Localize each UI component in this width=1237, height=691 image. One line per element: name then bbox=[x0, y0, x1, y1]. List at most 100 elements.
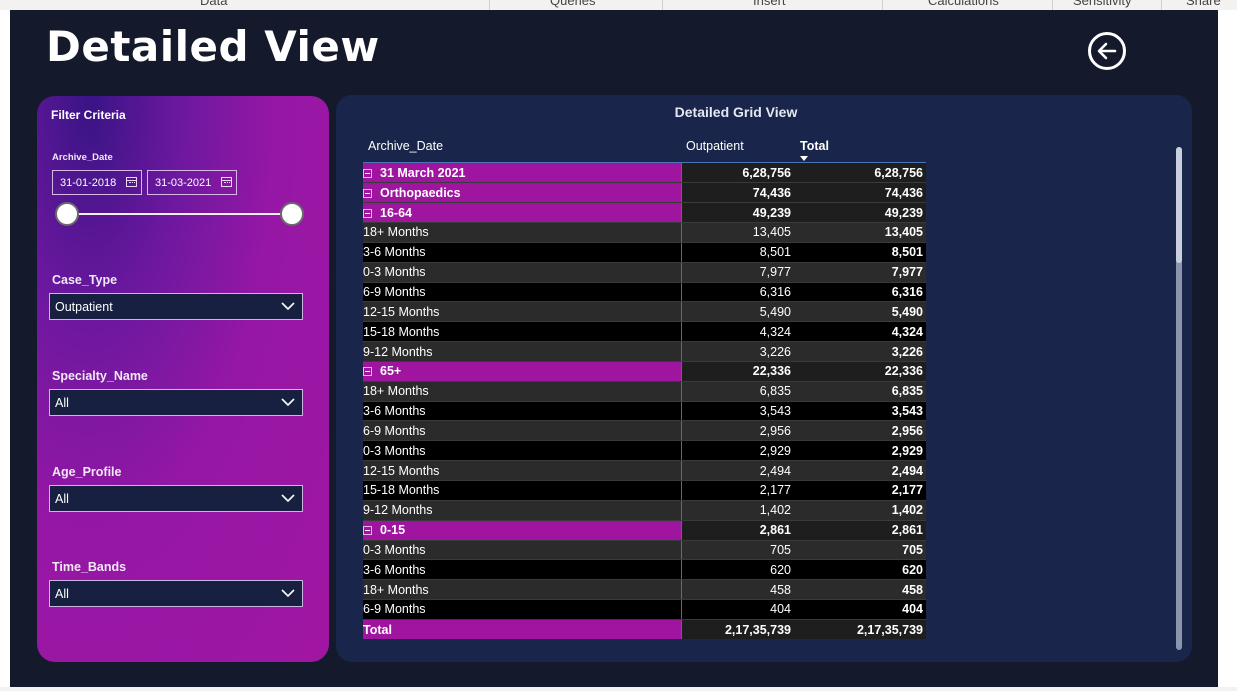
case-type-dropdown[interactable]: Outpatient bbox=[49, 293, 303, 320]
collapse-icon[interactable] bbox=[363, 208, 372, 218]
scrollbar-thumb[interactable] bbox=[1176, 147, 1182, 263]
collapse-icon[interactable] bbox=[363, 526, 372, 536]
group-row[interactable]: 65+ 22,336 22,336 bbox=[363, 361, 926, 382]
chevron-down-icon bbox=[281, 589, 295, 598]
table-row[interactable]: 3-6 Months 8,501 8,501 bbox=[363, 242, 926, 263]
end-date-input[interactable]: 31-03-2021 bbox=[147, 170, 237, 195]
table-row[interactable]: 3-6 Months 620 620 bbox=[363, 559, 926, 581]
sort-descending-icon bbox=[800, 156, 808, 161]
group-row[interactable]: Orthopaedics 74,436 74,436 bbox=[363, 182, 926, 204]
row-label: 0-15 bbox=[380, 523, 406, 538]
row-label: 6-9 Months bbox=[363, 284, 426, 299]
time-bands-dropdown[interactable]: All bbox=[49, 580, 303, 607]
total-cell: 2,861 bbox=[795, 520, 926, 541]
ribbon-tab-sensitivity[interactable]: Sensitivity bbox=[1073, 0, 1132, 8]
outpatient-cell: 74,436 bbox=[680, 182, 795, 204]
row-label: 12-15 Months bbox=[363, 463, 440, 478]
row-label: 0-3 Months bbox=[363, 443, 426, 458]
row-label: 65+ bbox=[380, 364, 402, 379]
row-label-cell: 18+ Months bbox=[363, 381, 681, 402]
row-label-cell: 18+ Months bbox=[363, 579, 681, 601]
total-cell: 458 bbox=[795, 579, 926, 601]
time-bands-label: Time_Bands bbox=[52, 560, 127, 574]
table-row[interactable]: 12-15 Months 5,490 5,490 bbox=[363, 301, 926, 323]
start-date-input[interactable]: 31-01-2018 bbox=[52, 170, 142, 195]
collapse-icon[interactable] bbox=[363, 367, 372, 377]
column-header-outpatient[interactable]: Outpatient bbox=[686, 139, 744, 153]
group-row[interactable]: 16-64 49,239 49,239 bbox=[363, 202, 926, 224]
table-row[interactable]: 6-9 Months 2,956 2,956 bbox=[363, 420, 926, 442]
row-label: 0-3 Months bbox=[363, 542, 426, 557]
back-button[interactable] bbox=[1088, 32, 1126, 70]
table-row[interactable]: 18+ Months 458 458 bbox=[363, 579, 926, 601]
ribbon-divider bbox=[882, 0, 883, 10]
outpatient-cell: 2,177 bbox=[680, 480, 795, 501]
calendar-icon[interactable] bbox=[221, 177, 232, 187]
table-row[interactable]: 15-18 Months 4,324 4,324 bbox=[363, 321, 926, 343]
ribbon-tab-share[interactable]: Share bbox=[1186, 0, 1221, 8]
ribbon-divider bbox=[1052, 0, 1053, 10]
specialty-name-dropdown[interactable]: All bbox=[49, 389, 303, 416]
row-label-cell: 9-12 Months bbox=[363, 500, 681, 521]
row-label: 16-64 bbox=[380, 205, 412, 220]
row-label: 18+ Months bbox=[363, 225, 429, 240]
ribbon-tab-calculations[interactable]: Calculations bbox=[928, 0, 999, 8]
collapse-icon[interactable] bbox=[363, 168, 372, 178]
table-row[interactable]: 9-12 Months 1,402 1,402 bbox=[363, 500, 926, 521]
table-row[interactable]: 0-3 Months 705 705 bbox=[363, 540, 926, 561]
arrow-left-icon bbox=[1097, 42, 1117, 60]
row-label-cell: 0-3 Months bbox=[363, 440, 681, 462]
calendar-icon[interactable] bbox=[126, 177, 137, 187]
table-row[interactable]: 12-15 Months 2,494 2,494 bbox=[363, 460, 926, 481]
row-label: 0-3 Months bbox=[363, 265, 426, 280]
total-cell: 8,501 bbox=[795, 242, 926, 263]
table-row[interactable]: 3-6 Months 3,543 3,543 bbox=[363, 401, 926, 422]
table-row[interactable]: 15-18 Months 2,177 2,177 bbox=[363, 480, 926, 501]
row-label-cell: 3-6 Months bbox=[363, 242, 681, 263]
bottom-strip bbox=[0, 687, 1237, 691]
total-cell: 5,490 bbox=[795, 301, 926, 323]
total-cell: 2,494 bbox=[795, 460, 926, 481]
date-range-start-handle[interactable] bbox=[55, 202, 79, 226]
row-label: 3-6 Months bbox=[363, 562, 426, 577]
row-label: 12-15 Months bbox=[363, 304, 440, 319]
row-label: 3-6 Months bbox=[363, 404, 426, 419]
row-label-cell: 12-15 Months bbox=[363, 301, 681, 323]
table-row[interactable]: 0-3 Months 7,977 7,977 bbox=[363, 262, 926, 283]
total-cell: 7,977 bbox=[795, 262, 926, 283]
ribbon-divider bbox=[489, 0, 490, 10]
collapse-icon[interactable] bbox=[363, 188, 372, 198]
row-label: 9-12 Months bbox=[363, 503, 433, 518]
group-row[interactable]: 0-15 2,861 2,861 bbox=[363, 520, 926, 541]
table-row[interactable]: 9-12 Months 3,226 3,226 bbox=[363, 341, 926, 362]
outpatient-cell: 3,543 bbox=[680, 401, 795, 422]
chevron-down-icon bbox=[281, 302, 295, 311]
outpatient-cell: 2,929 bbox=[680, 440, 795, 462]
column-header-archive-date[interactable]: Archive_Date bbox=[368, 139, 443, 153]
row-label-cell: 65+ bbox=[363, 361, 681, 382]
table-row[interactable]: 6-9 Months 404 404 bbox=[363, 599, 926, 620]
table-row[interactable]: 6-9 Months 6,316 6,316 bbox=[363, 282, 926, 303]
ribbon-tab-data[interactable]: Data bbox=[200, 0, 227, 8]
ribbon-tab-insert[interactable]: Insert bbox=[753, 0, 786, 8]
specialty-name-value: All bbox=[55, 396, 69, 410]
total-cell: 1,402 bbox=[795, 500, 926, 521]
case-type-label: Case_Type bbox=[52, 273, 118, 287]
row-label: 18+ Months bbox=[363, 384, 429, 399]
table-row[interactable]: 0-3 Months 2,929 2,929 bbox=[363, 440, 926, 462]
group-row[interactable]: 31 March 2021 6,28,756 6,28,756 bbox=[363, 163, 926, 184]
age-profile-dropdown[interactable]: All bbox=[49, 485, 303, 512]
total-cell: 2,929 bbox=[795, 440, 926, 462]
vertical-scrollbar[interactable] bbox=[1176, 147, 1182, 650]
outpatient-cell: 49,239 bbox=[680, 202, 795, 224]
column-header-total[interactable]: Total bbox=[800, 139, 829, 153]
grid-panel: Detailed Grid View Archive_Date Outpatie… bbox=[336, 95, 1192, 662]
ribbon-tab-queries[interactable]: Queries bbox=[550, 0, 596, 8]
table-row[interactable]: 18+ Months 13,405 13,405 bbox=[363, 222, 926, 243]
date-range-slider-track[interactable] bbox=[65, 213, 291, 215]
outpatient-cell: 458 bbox=[680, 579, 795, 601]
row-label-cell: 0-15 bbox=[363, 520, 681, 541]
date-range-end-handle[interactable] bbox=[280, 202, 304, 226]
table-row[interactable]: 18+ Months 6,835 6,835 bbox=[363, 381, 926, 402]
total-cell: 620 bbox=[795, 559, 926, 581]
